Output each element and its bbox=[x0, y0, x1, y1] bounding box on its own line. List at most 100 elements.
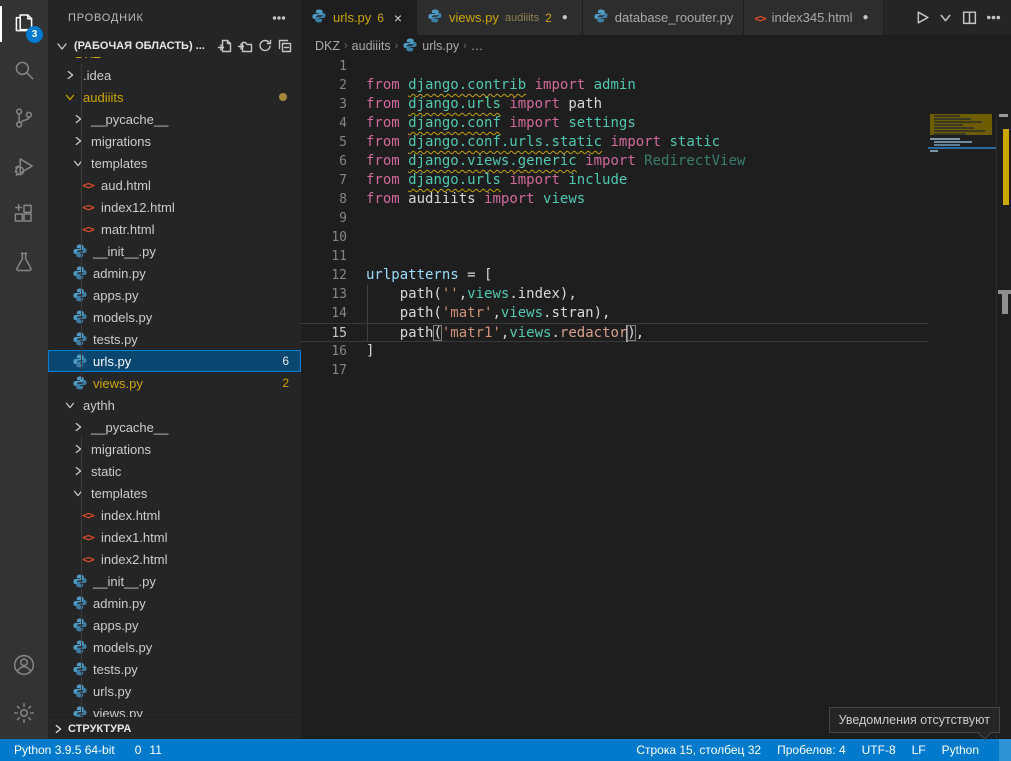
file-tree: DKZ.ideaaudiiits__pycache__migrationstem… bbox=[48, 57, 301, 717]
activity-bar: 3 bbox=[0, 0, 48, 739]
python-file-icon bbox=[72, 331, 88, 347]
split-editor-icon[interactable] bbox=[959, 8, 979, 28]
tree-folder-templates[interactable]: templates bbox=[48, 152, 301, 174]
more-icon[interactable] bbox=[983, 8, 1003, 28]
beaker-icon bbox=[11, 249, 37, 280]
activity-bar-item-source-control[interactable] bbox=[0, 96, 48, 144]
python-interpreter-status[interactable]: Python 3.9.5 64-bit bbox=[0, 739, 123, 761]
run-icon[interactable] bbox=[911, 8, 931, 28]
activity-bar-item-settings[interactable] bbox=[0, 691, 48, 739]
tree-file-apps-py[interactable]: apps.py bbox=[48, 284, 301, 306]
tree-item-label: aythh bbox=[83, 398, 115, 413]
tree-file-index1-html[interactable]: <>index1.html bbox=[48, 526, 301, 548]
tree-file--init-py[interactable]: __init__.py bbox=[48, 240, 301, 262]
tree-item-label: urls.py bbox=[93, 684, 131, 699]
html-file-icon: <> bbox=[80, 179, 96, 192]
activity-bar-bottom bbox=[0, 643, 48, 739]
activity-bar-item-search[interactable] bbox=[0, 48, 48, 96]
tab-index345-html[interactable]: <>index345.html● bbox=[744, 0, 883, 35]
breadcrumb-item-audiiits[interactable]: audiiits bbox=[352, 39, 391, 53]
tree-folder-dkz[interactable]: DKZ bbox=[48, 57, 301, 64]
breadcrumb-item-urls-py[interactable]: urls.py bbox=[402, 37, 459, 56]
tree-file-index12-html[interactable]: <>index12.html bbox=[48, 196, 301, 218]
activity-bar-item-account[interactable] bbox=[0, 643, 48, 691]
tab-urls-py[interactable]: urls.py6× bbox=[301, 0, 417, 35]
language-mode-status[interactable]: Python bbox=[934, 739, 987, 761]
tree-file-apps-py[interactable]: apps.py bbox=[48, 614, 301, 636]
code-line-5: 5from django.conf.urls.static import sta… bbox=[301, 133, 928, 152]
workspace-label: (РАБОЧАЯ ОБЛАСТЬ) ... bbox=[74, 40, 205, 52]
close-icon[interactable]: × bbox=[390, 10, 406, 26]
cursor-position-status[interactable]: Строка 15, столбец 32 bbox=[628, 739, 769, 761]
tree-item-label: admin.py bbox=[93, 596, 146, 611]
code-token: 'matr1' bbox=[442, 325, 501, 341]
tree-file-models-py[interactable]: models.py bbox=[48, 306, 301, 328]
more-icon[interactable] bbox=[269, 8, 289, 28]
code-line-2: 2from django.contrib import admin bbox=[301, 76, 928, 95]
line-content: from django.contrib import admin bbox=[366, 76, 636, 95]
modified-dot-icon[interactable]: ● bbox=[859, 12, 873, 23]
overview-ruler[interactable] bbox=[996, 114, 1011, 739]
encoding-status[interactable]: UTF-8 bbox=[854, 739, 904, 761]
chevron-down-icon[interactable] bbox=[935, 8, 955, 28]
tree-file-index-html[interactable]: <>index.html bbox=[48, 504, 301, 526]
tree-file-admin-py[interactable]: admin.py bbox=[48, 262, 301, 284]
tree-file-urls-py[interactable]: urls.py6 bbox=[48, 350, 301, 372]
tree-folder-templates[interactable]: templates bbox=[48, 482, 301, 504]
notifications-bell-icon[interactable] bbox=[999, 739, 1011, 761]
status-bar: Python 3.9.5 64-bit 0 11 Строка 15, стол… bbox=[0, 739, 1011, 761]
tree-file--init-py[interactable]: __init__.py bbox=[48, 570, 301, 592]
explorer-badge: 3 bbox=[26, 26, 43, 43]
breadcrumb-item-symbols[interactable]: … bbox=[471, 39, 484, 53]
eol-status[interactable]: LF bbox=[904, 739, 934, 761]
tree-folder-migrations[interactable]: migrations bbox=[48, 130, 301, 152]
line-content: urlpatterns = [ bbox=[366, 266, 492, 285]
refresh-icon[interactable] bbox=[255, 36, 275, 56]
tree-file-tests-py[interactable]: tests.py bbox=[48, 328, 301, 350]
activity-bar-item-testing[interactable] bbox=[0, 240, 48, 288]
outline-section-header[interactable]: СТРУКТУРА bbox=[48, 717, 301, 739]
tree-folder-aythh[interactable]: aythh bbox=[48, 394, 301, 416]
workspace-actions bbox=[215, 36, 295, 56]
tree-folder--idea[interactable]: .idea bbox=[48, 64, 301, 86]
tree-file-aud-html[interactable]: <> aud.html bbox=[48, 174, 301, 196]
tab-database-roouter-py[interactable]: database_roouter.py bbox=[583, 0, 745, 35]
tree-file-tests-py[interactable]: tests.py bbox=[48, 658, 301, 680]
tree-folder-migrations[interactable]: migrations bbox=[48, 438, 301, 460]
tree-item-label: index1.html bbox=[101, 530, 167, 545]
modified-dot-icon[interactable]: ● bbox=[558, 12, 572, 23]
activity-bar-item-explorer[interactable]: 3 bbox=[0, 0, 48, 48]
breadcrumb-item-dkz[interactable]: DKZ bbox=[315, 39, 340, 53]
collapse-all-icon[interactable] bbox=[275, 36, 295, 56]
minimap[interactable] bbox=[928, 114, 996, 739]
activity-bar-item-run-debug[interactable] bbox=[0, 144, 48, 192]
tree-file-matr-html[interactable]: <>matr.html bbox=[48, 218, 301, 240]
tree-folder-static[interactable]: static bbox=[48, 460, 301, 482]
chevron-right-icon bbox=[70, 464, 86, 478]
feedback-icon[interactable] bbox=[987, 739, 999, 761]
tree-file-views-py[interactable]: views.py bbox=[48, 702, 301, 717]
problems-status[interactable]: 0 11 bbox=[123, 739, 170, 761]
tree-folder--pycache-[interactable]: __pycache__ bbox=[48, 416, 301, 438]
tree-file-models-py[interactable]: models.py bbox=[48, 636, 301, 658]
code-token: from bbox=[366, 191, 408, 207]
workspace-section-header[interactable]: (РАБОЧАЯ ОБЛАСТЬ) ... bbox=[48, 35, 301, 57]
line-content: from audiiits import views bbox=[366, 190, 585, 209]
code-token: views bbox=[535, 191, 586, 207]
code-editor[interactable]: 12from django.contrib import admin3from … bbox=[301, 57, 1011, 739]
tree-file-urls-py[interactable]: urls.py bbox=[48, 680, 301, 702]
tree-folder--pycache-[interactable]: __pycache__ bbox=[48, 108, 301, 130]
line-content: from django.views.generic import Redirec… bbox=[366, 152, 745, 171]
ruler-mark bbox=[999, 114, 1008, 117]
tree-item-label: aud.html bbox=[101, 178, 151, 193]
tree-folder-audiiits[interactable]: audiiits bbox=[48, 86, 301, 108]
tree-item-label: __pycache__ bbox=[91, 420, 168, 435]
tree-file-views-py[interactable]: views.py2 bbox=[48, 372, 301, 394]
tree-file-index2-html[interactable]: <>index2.html bbox=[48, 548, 301, 570]
activity-bar-item-extensions[interactable] bbox=[0, 192, 48, 240]
tree-file-admin-py[interactable]: admin.py bbox=[48, 592, 301, 614]
tab-views-py[interactable]: views.pyaudiiits2● bbox=[417, 0, 583, 35]
new-folder-icon[interactable] bbox=[235, 36, 255, 56]
new-file-icon[interactable] bbox=[215, 36, 235, 56]
indentation-status[interactable]: Пробелов: 4 bbox=[769, 739, 854, 761]
